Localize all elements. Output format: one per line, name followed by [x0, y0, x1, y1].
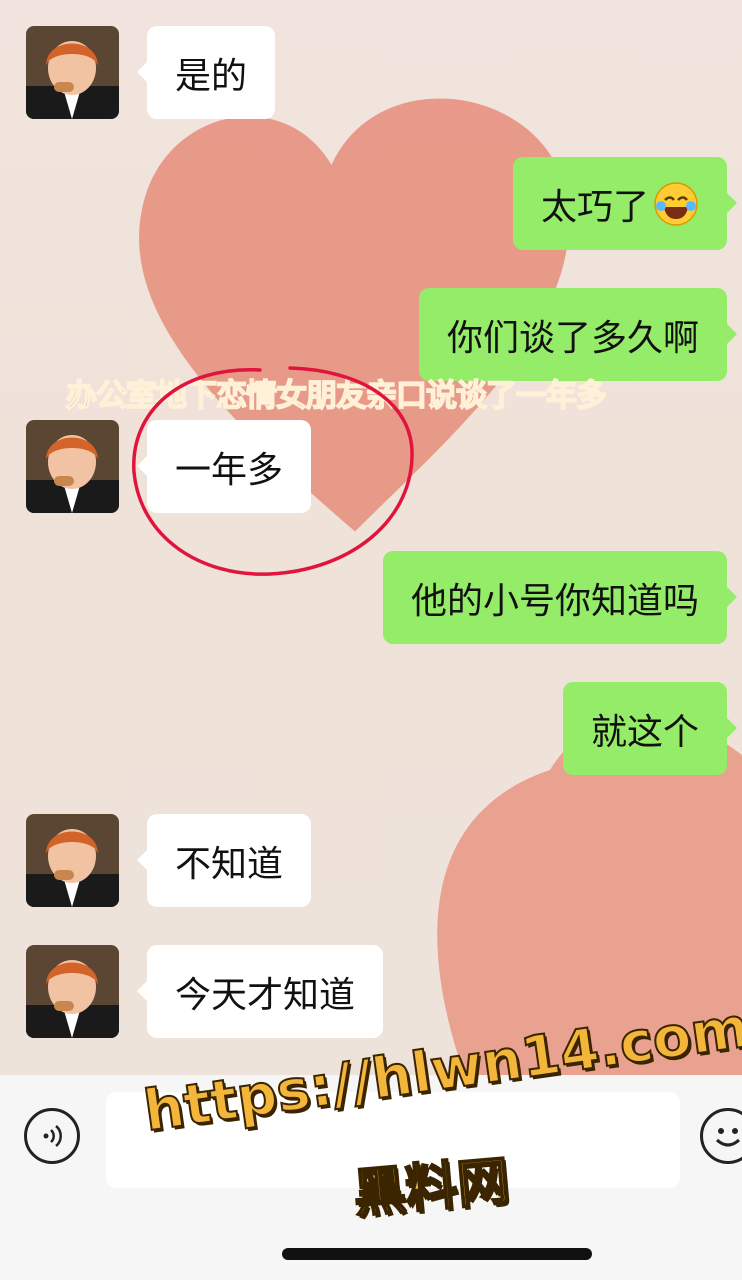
emoji-icon[interactable] [700, 1108, 742, 1164]
message-text: 不知道 [175, 843, 284, 885]
message-bubble-incoming[interactable]: 是的 [136, 26, 276, 119]
message-text: 他的小号你知道吗 [410, 580, 699, 622]
message-text: 你们谈了多久啊 [446, 317, 699, 359]
watermark-site-name: 黑料网 [350, 1150, 513, 1225]
message-bubble-outgoing[interactable]: 就这个 [562, 682, 738, 775]
message-text: 就这个 [590, 711, 699, 753]
contact-avatar[interactable] [26, 814, 119, 907]
message-text: 今天才知道 [175, 974, 356, 1016]
message-bubble-incoming[interactable]: 不知道 [136, 814, 312, 907]
laughing-emoji-icon [653, 181, 699, 227]
message-bubble-outgoing[interactable]: 太巧了 [512, 157, 738, 250]
home-indicator[interactable] [282, 1248, 592, 1260]
message-text: 是的 [175, 55, 248, 97]
contact-avatar[interactable] [26, 420, 119, 513]
voice-icon[interactable] [24, 1108, 80, 1164]
red-circle-annotation [132, 366, 414, 576]
message-text: 太巧了 [540, 186, 649, 228]
message-bubble-incoming[interactable]: 今天才知道 [136, 945, 384, 1038]
message-bubble-outgoing[interactable]: 他的小号你知道吗 [382, 551, 738, 644]
contact-avatar[interactable] [26, 26, 119, 119]
contact-avatar[interactable] [26, 945, 119, 1038]
message-bubble-outgoing[interactable]: 你们谈了多久啊 [418, 288, 738, 381]
